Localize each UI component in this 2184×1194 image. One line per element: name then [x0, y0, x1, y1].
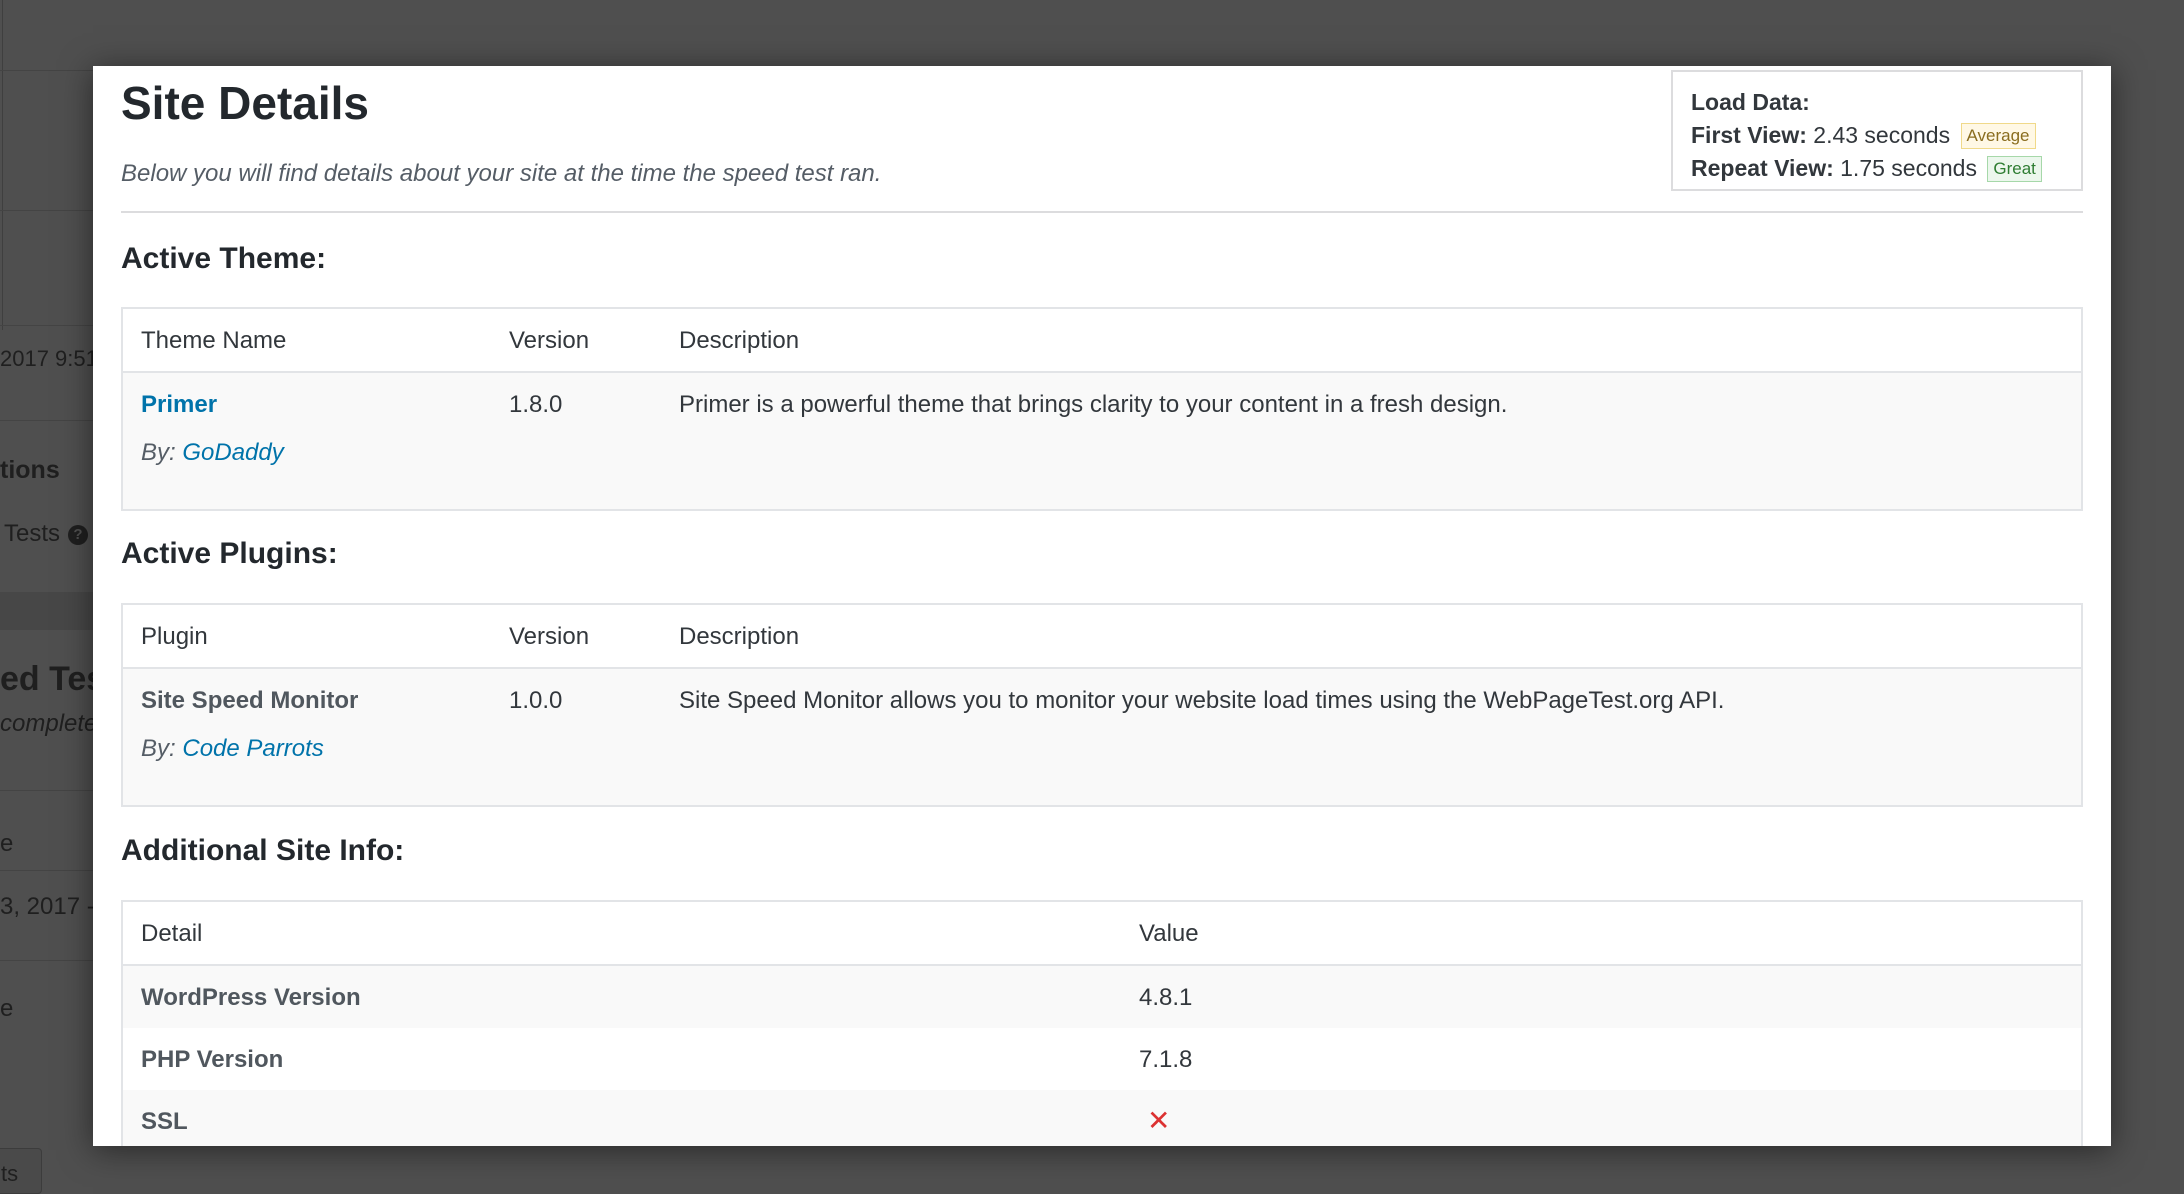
first-view-label: First View:	[1691, 122, 1807, 148]
status-badge-great: Great	[1987, 156, 2042, 182]
theme-author-line: By: GoDaddy	[141, 439, 284, 467]
table-header: Plugin Version Description	[123, 605, 2081, 669]
site-details-modal: Site Details Below you will find details…	[93, 66, 2111, 1146]
first-view-value: 2.43 seconds	[1813, 122, 1951, 148]
background-divider	[2, 0, 3, 330]
column-header-description: Description	[679, 623, 800, 650]
table-row: PHP Version 7.1.8	[123, 1028, 2081, 1090]
plugin-author-link[interactable]: Code Parrots	[182, 735, 323, 762]
repeat-view-label: Repeat View:	[1691, 155, 1834, 181]
background-complete-text: complete	[0, 710, 98, 737]
detail-label: PHP Version	[141, 1046, 284, 1073]
plugin-version: 1.0.0	[509, 687, 563, 714]
column-header-version: Version	[509, 327, 590, 354]
background-divider	[0, 210, 100, 211]
theme-author-link[interactable]: GoDaddy	[182, 439, 283, 466]
page-subtitle: Below you will find details about your s…	[121, 160, 882, 187]
detail-value: 4.8.1	[1139, 984, 1193, 1011]
table-header: Theme Name Version Description	[123, 309, 2081, 373]
column-header-theme-name: Theme Name	[141, 327, 287, 354]
background-options-heading: tions	[0, 456, 60, 484]
table-row: Site Speed Monitor By: Code Parrots 1.0.…	[123, 669, 2081, 805]
background-speed-test-heading: ed Tes	[0, 660, 106, 698]
page-title: Site Details	[121, 77, 369, 129]
background-divider	[0, 325, 100, 326]
column-header-detail: Detail	[141, 920, 203, 947]
help-icon: ?	[68, 525, 89, 545]
background-tests-label: Tests?	[4, 520, 89, 548]
background-divider	[0, 960, 100, 961]
background-divider	[0, 420, 100, 421]
theme-name-link[interactable]: Primer	[141, 391, 217, 419]
background-divider	[0, 70, 100, 71]
load-data-heading: Load Data:	[1691, 89, 1810, 115]
table-row: Primer By: GoDaddy 1.8.0 Primer is a pow…	[123, 373, 2081, 509]
background-column-fragment: e	[0, 830, 14, 857]
detail-label: WordPress Version	[141, 984, 361, 1011]
background-column-fragment: e	[0, 995, 14, 1022]
by-prefix: By:	[141, 439, 176, 466]
header-divider	[121, 211, 2083, 213]
column-header-description: Description	[679, 327, 800, 354]
active-theme-heading: Active Theme:	[121, 242, 327, 275]
additional-info-table: Detail Value WordPress Version 4.8.1 PHP…	[121, 900, 2083, 1146]
active-theme-table: Theme Name Version Description Primer By…	[121, 307, 2083, 511]
background-timestamp: 2017 9:51	[0, 346, 98, 371]
active-plugins-table: Plugin Version Description Site Speed Mo…	[121, 603, 2083, 807]
background-date-fragment: 3, 2017 -	[0, 893, 95, 920]
table-row: WordPress Version 4.8.1	[123, 966, 2081, 1028]
theme-description: Primer is a powerful theme that brings c…	[679, 391, 1508, 418]
active-plugins-heading: Active Plugins:	[121, 537, 338, 570]
table-header: Detail Value	[123, 902, 2081, 966]
plugin-name: Site Speed Monitor	[141, 687, 359, 714]
repeat-view-row: Repeat View: 1.75 seconds Great	[1691, 152, 2063, 185]
background-tests-text: Tests	[4, 520, 61, 547]
detail-value: 7.1.8	[1139, 1046, 1193, 1073]
status-badge-average: Average	[1960, 123, 2036, 149]
x-mark-icon: ✕	[1147, 1105, 1171, 1136]
background-button[interactable]: ts	[0, 1148, 42, 1194]
theme-version: 1.8.0	[509, 391, 563, 418]
plugin-author-line: By: Code Parrots	[141, 735, 324, 763]
detail-label: SSL	[141, 1108, 188, 1135]
background-divider	[0, 790, 100, 791]
table-row: SSL ✕	[123, 1090, 2081, 1146]
plugin-description: Site Speed Monitor allows you to monitor…	[679, 687, 1725, 714]
background-band	[0, 592, 100, 630]
column-header-value: Value	[1139, 920, 1199, 947]
additional-info-heading: Additional Site Info:	[121, 834, 405, 867]
first-view-row: First View: 2.43 seconds Average	[1691, 119, 2063, 152]
by-prefix: By:	[141, 735, 176, 762]
column-header-version: Version	[509, 623, 590, 650]
background-divider	[0, 870, 100, 871]
repeat-view-value: 1.75 seconds	[1840, 155, 1977, 181]
load-data-box: Load Data: First View: 2.43 seconds Aver…	[1671, 70, 2083, 191]
column-header-plugin: Plugin	[141, 623, 208, 650]
